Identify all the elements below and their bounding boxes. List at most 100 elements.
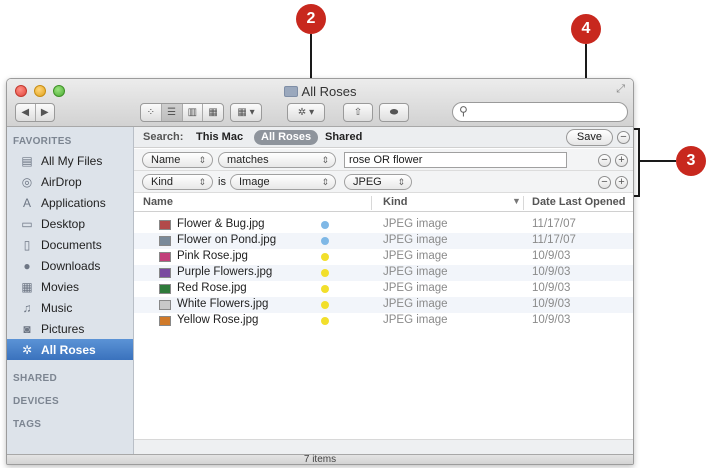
file-row[interactable]: Yellow Rose.jpg JPEG image 10/9/03 <box>134 313 633 329</box>
file-date: 11/17/07 <box>532 218 576 230</box>
column-header-name[interactable]: Name <box>143 196 173 208</box>
sidebar-item-label: Music <box>41 300 73 315</box>
file-row[interactable]: White Flowers.jpg JPEG image 10/9/03 <box>134 297 633 313</box>
file-kind: JPEG image <box>383 298 448 310</box>
file-kind: JPEG image <box>383 234 448 246</box>
remove-criterion-button[interactable]: − <box>598 176 611 189</box>
back-forward-buttons: ◀ ▶ <box>15 103 55 122</box>
file-name: Yellow Rose.jpg <box>177 314 259 326</box>
attribute-popup-value: Name <box>151 154 181 166</box>
icon-view-button[interactable]: ⁘ <box>141 104 162 121</box>
operator-popup[interactable]: matches ⇕ <box>218 152 336 168</box>
column-header-date-last-opened[interactable]: Date Last Opened <box>532 196 626 208</box>
file-name: Pink Rose.jpg <box>177 250 248 262</box>
action-button[interactable]: ✲ ▾ <box>287 103 325 122</box>
column-view-button[interactable]: ▥ <box>183 104 204 121</box>
tag-dot-icon <box>321 253 329 261</box>
file-name: Flower on Pond.jpg <box>177 234 277 246</box>
callout-2: 2 <box>296 4 326 34</box>
airdrop-icon: ◎ <box>21 174 33 189</box>
applications-icon: A <box>22 195 31 210</box>
file-date: 10/9/03 <box>532 282 571 294</box>
popup-arrows-icon: ⇕ <box>321 155 329 165</box>
sidebar-item-pictures[interactable]: ◙ Pictures <box>7 318 133 339</box>
search-icon: ⚲ <box>459 104 468 118</box>
arrange-button[interactable]: ▦ ▾ <box>230 103 262 122</box>
file-kind: JPEG image <box>383 266 448 278</box>
horizontal-scrollbar[interactable] <box>134 439 633 454</box>
tag-dot-icon <box>321 317 329 325</box>
sort-arrow-icon: ▼ <box>512 196 521 206</box>
sidebar-item-label: Documents <box>41 237 102 252</box>
scope-shared[interactable]: Shared <box>325 131 362 143</box>
file-name: Red Rose.jpg <box>177 282 247 294</box>
title-bar: All Roses ⤢ ◀ ▶ ⁘ ☰ ▥ ▦ ▦ ▾ ✲ ▾ ⇧ ⬬ ⚲ <box>7 79 633 127</box>
sidebar: FAVORITES ▤ All My Files ◎ AirDrop A Applic… <box>7 127 134 454</box>
save-button[interactable]: Save <box>565 129 613 146</box>
popup-arrows-icon: ⇕ <box>198 177 206 187</box>
sidebar-item-all-my-files[interactable]: ▤ All My Files <box>7 150 133 171</box>
jpeg-thumbnail-icon <box>159 284 171 294</box>
sidebar-item-applications[interactable]: A Applications <box>7 192 133 213</box>
file-date: 11/17/07 <box>532 234 576 246</box>
attribute-popup[interactable]: Kind ⇕ <box>142 174 213 190</box>
content-area: Search: This Mac All Roses Shared Save −… <box>134 127 633 454</box>
jpeg-thumbnail-icon <box>159 268 171 278</box>
sidebar-tags-header[interactable]: TAGS <box>13 419 41 430</box>
file-row[interactable]: Red Rose.jpg JPEG image 10/9/03 <box>134 281 633 297</box>
add-criterion-button[interactable]: + <box>615 154 628 167</box>
sidebar-item-label: Desktop <box>41 216 86 231</box>
column-header-kind[interactable]: Kind <box>383 196 407 208</box>
sidebar-item-label: Movies <box>41 279 80 294</box>
remove-criterion-button[interactable]: − <box>598 154 611 167</box>
forward-button[interactable]: ▶ <box>36 104 55 121</box>
sidebar-item-movies[interactable]: ▦ Movies <box>7 276 133 297</box>
movies-icon: ▦ <box>21 279 33 294</box>
share-button[interactable]: ⇧ <box>343 103 373 122</box>
file-row[interactable]: Pink Rose.jpg JPEG image 10/9/03 <box>134 249 633 265</box>
sidebar-item-desktop[interactable]: ▭ Desktop <box>7 213 133 234</box>
music-icon: ♫ <box>22 300 32 315</box>
downloads-icon: ● <box>23 258 31 273</box>
sidebar-shared-header[interactable]: SHARED <box>13 373 57 384</box>
file-name: White Flowers.jpg <box>177 298 269 310</box>
back-button[interactable]: ◀ <box>16 104 36 121</box>
coverflow-view-button[interactable]: ▦ <box>203 104 223 121</box>
file-kind: JPEG image <box>383 250 448 262</box>
sidebar-item-documents[interactable]: ▯ Documents <box>7 234 133 255</box>
kind-value-popup-value: JPEG <box>353 176 382 188</box>
attribute-popup[interactable]: Name ⇕ <box>142 152 213 168</box>
file-kind: JPEG image <box>383 314 448 326</box>
column-divider[interactable] <box>523 196 524 210</box>
status-bar: 7 items <box>7 454 633 464</box>
sidebar-favorites-header: FAVORITES <box>13 136 72 147</box>
file-row[interactable]: Purple Flowers.jpg JPEG image 10/9/03 <box>134 265 633 281</box>
list-view-button[interactable]: ☰ <box>161 104 183 121</box>
fullscreen-icon[interactable]: ⤢ <box>616 83 625 96</box>
tag-dot-icon <box>321 221 329 229</box>
search-field[interactable]: ⚲ <box>452 102 628 122</box>
jpeg-thumbnail-icon <box>159 220 171 230</box>
criteria-is-label: is <box>218 176 226 188</box>
window-title: All Roses <box>7 84 633 99</box>
scope-all-roses[interactable]: All Roses <box>254 130 319 145</box>
column-divider[interactable] <box>371 196 372 210</box>
sidebar-item-music[interactable]: ♫ Music <box>7 297 133 318</box>
tags-button[interactable]: ⬬ <box>379 103 409 122</box>
remove-criteria-button[interactable]: − <box>617 131 630 144</box>
popup-arrows-icon: ⇕ <box>321 177 329 187</box>
operator-popup[interactable]: Image ⇕ <box>230 174 336 190</box>
add-criterion-button[interactable]: + <box>615 176 628 189</box>
sidebar-item-downloads[interactable]: ● Downloads <box>7 255 133 276</box>
sidebar-item-all-roses[interactable]: ✲ All Roses <box>7 339 133 360</box>
sidebar-devices-header[interactable]: DEVICES <box>13 396 59 407</box>
criteria-value-field[interactable]: rose OR flower <box>344 152 567 168</box>
finder-window: All Roses ⤢ ◀ ▶ ⁘ ☰ ▥ ▦ ▦ ▾ ✲ ▾ ⇧ ⬬ ⚲ FA… <box>6 78 634 465</box>
kind-value-popup[interactable]: JPEG ⇕ <box>344 174 412 190</box>
popup-arrows-icon: ⇕ <box>397 177 405 187</box>
file-row[interactable]: Flower & Bug.jpg JPEG image 11/17/07 <box>134 217 633 233</box>
pictures-icon: ◙ <box>23 321 31 336</box>
file-row[interactable]: Flower on Pond.jpg JPEG image 11/17/07 <box>134 233 633 249</box>
scope-this-mac[interactable]: This Mac <box>196 131 243 143</box>
sidebar-item-airdrop[interactable]: ◎ AirDrop <box>7 171 133 192</box>
